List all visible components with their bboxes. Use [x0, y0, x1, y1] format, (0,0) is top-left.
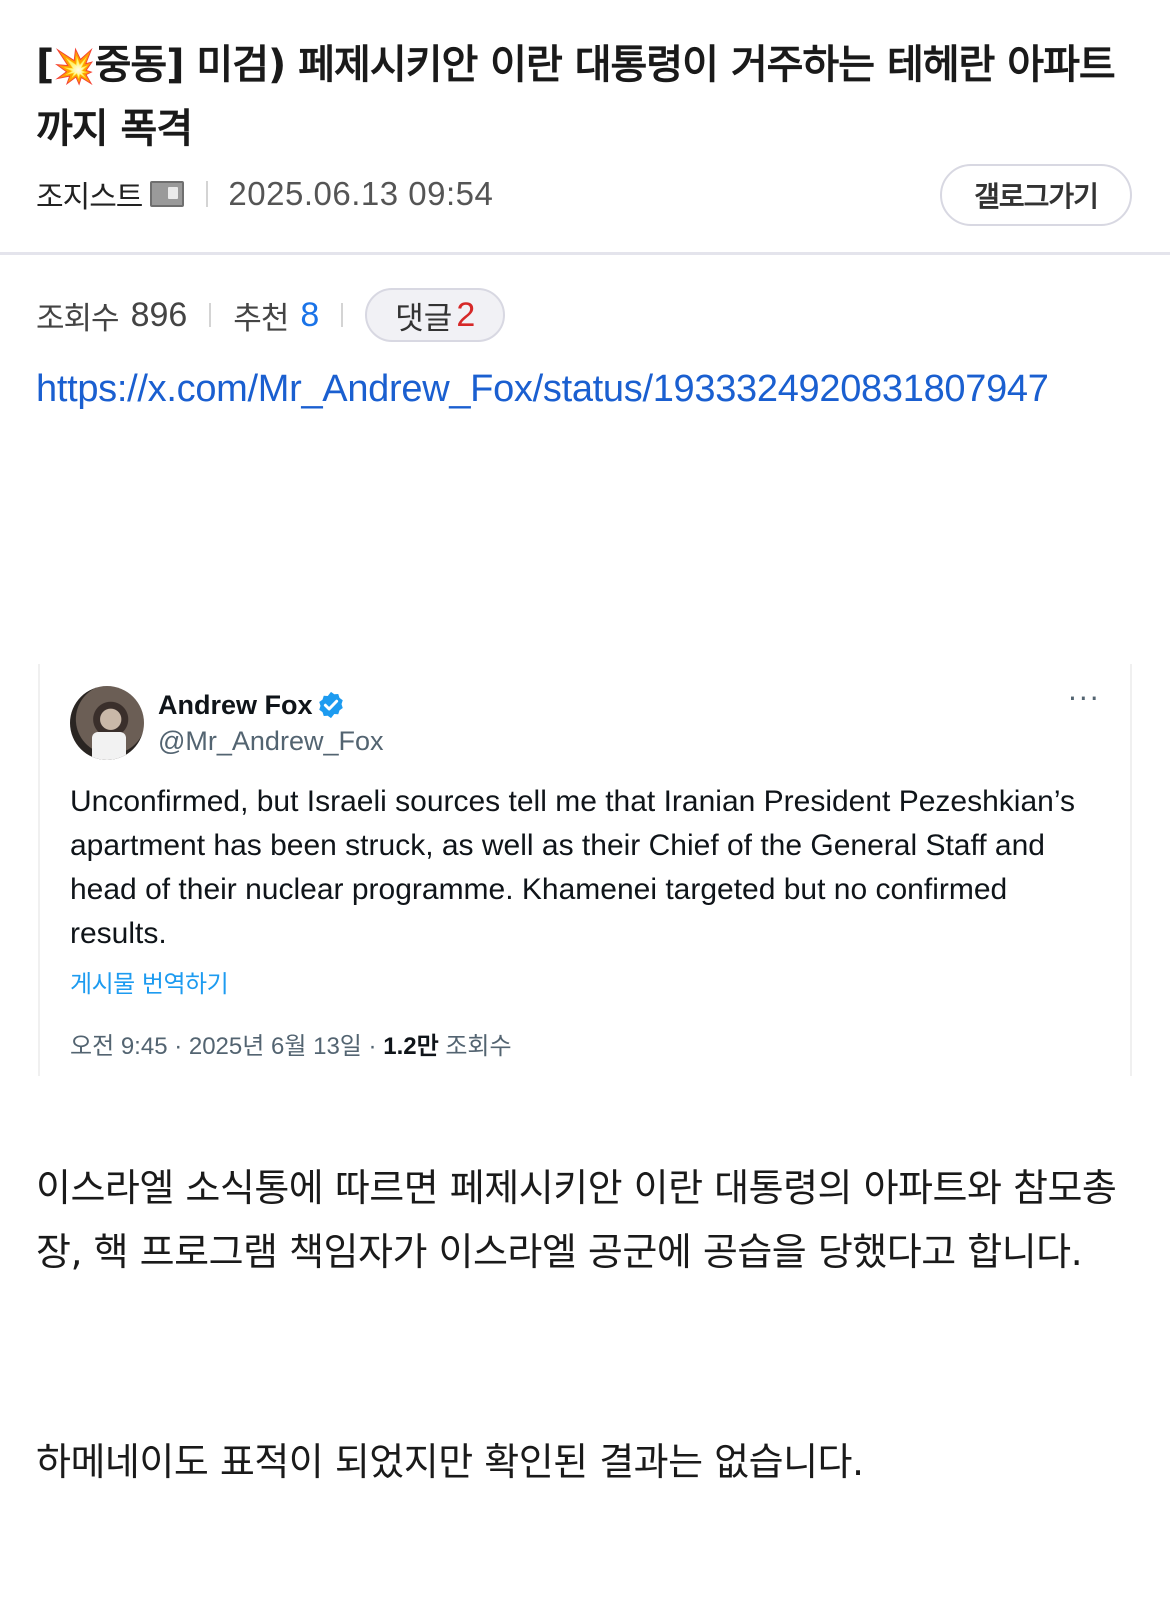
tweet-timestamp[interactable]: 오전 9:45 · 2025년 6월 13일 ·: [70, 1033, 383, 1060]
verified-badge-icon: [319, 691, 343, 719]
gallog-button[interactable]: 갤로그가기: [940, 164, 1132, 226]
source-link[interactable]: https://x.com/Mr_Andrew_Fox/status/19333…: [36, 368, 1146, 411]
collision-emoji-icon: 💥: [53, 47, 95, 87]
post-title: [💥중동] 미검) 페제시키안 이란 대통령이 거주하는 테헤란 아파트까지 폭…: [36, 34, 1136, 160]
post-stats: 조회수 896 추천 8 댓글 2: [36, 288, 1136, 342]
tweet-view-label: 조회수: [438, 1033, 512, 1060]
meta-divider: [206, 181, 209, 207]
tweet-view-count: 1.2만: [383, 1033, 439, 1060]
recommend-count: 8: [300, 295, 320, 334]
tweet-handle[interactable]: @Mr_Andrew_Fox: [158, 726, 383, 757]
title-prefix: [: [36, 42, 54, 88]
title-text: 중동] 미검) 페제시키안 이란 대통령이 거주하는 테헤란 아파트까지 폭격: [36, 42, 1116, 152]
more-options-icon[interactable]: ···: [1068, 682, 1101, 715]
tweet-author-name[interactable]: Andrew Fox: [158, 690, 313, 721]
views-label: 조회수: [36, 300, 120, 337]
avatar[interactable]: [70, 686, 144, 760]
author-name[interactable]: 조지스트: [36, 172, 143, 216]
embedded-tweet[interactable]: Andrew Fox @Mr_Andrew_Fox ··· Unconfirme…: [38, 664, 1132, 1076]
views-count: 896: [130, 295, 188, 334]
comments-button[interactable]: 댓글 2: [365, 288, 506, 342]
body-paragraph: 이스라엘 소식통에 따르면 페제시키안 이란 대통령의 아파트와 참모총장, 핵…: [36, 1166, 1117, 1274]
comments-count: 2: [456, 295, 476, 334]
tweet-text: Unconfirmed, but Israeli sources tell me…: [70, 785, 1075, 950]
post-date: 2025.06.13 09:54: [228, 175, 494, 212]
stats-divider: [209, 303, 212, 327]
user-level-icon: [150, 181, 185, 207]
stats-divider: [341, 303, 344, 327]
body-paragraph: 하메네이도 표적이 되었지만 확인된 결과는 없습니다.: [36, 1440, 864, 1484]
header-divider: [0, 252, 1170, 255]
comments-label: 댓글: [395, 300, 453, 337]
recommend-label: 추천: [233, 300, 289, 337]
tweet-footer: 오전 9:45 · 2025년 6월 13일 · 1.2만 조회수: [70, 1026, 512, 1061]
translate-post-link[interactable]: 게시물 번역하기: [70, 964, 229, 999]
